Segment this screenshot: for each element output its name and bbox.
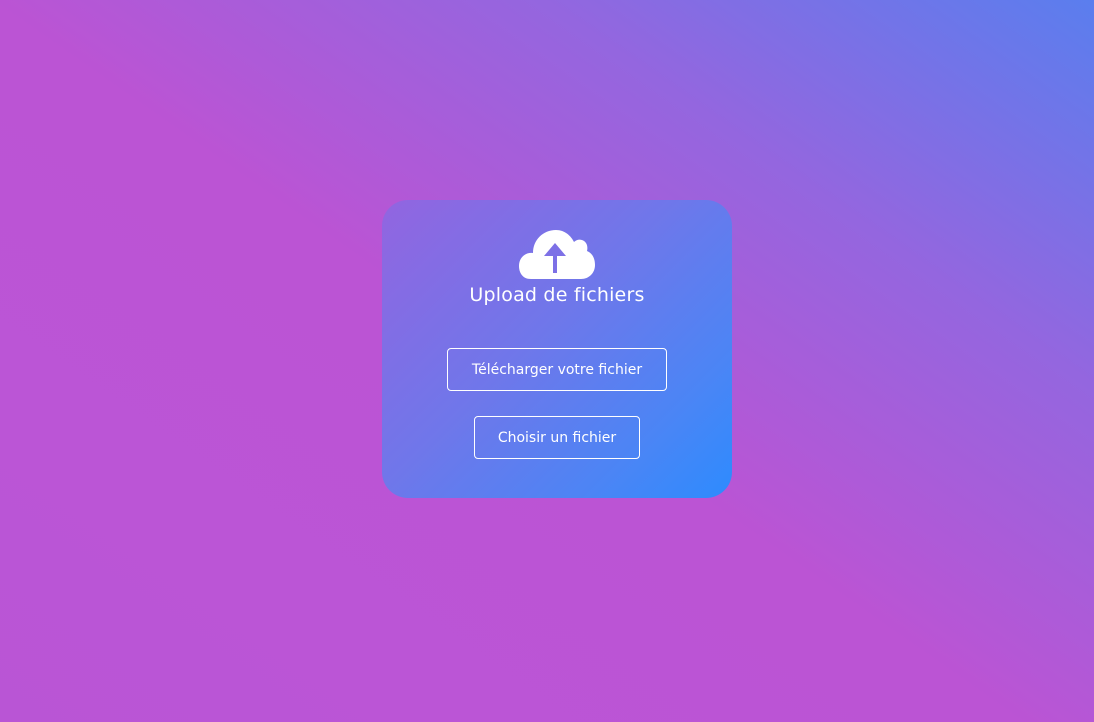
choose-file-button-label: Choisir un fichier [497, 429, 617, 446]
choose-file-button[interactable]: Choisir un fichier [474, 416, 640, 459]
cloud-upload-icon [519, 230, 595, 279]
upload-file-button-label: Télécharger votre fichier [471, 361, 643, 378]
upload-card: Upload de fichiers Télécharger votre fic… [382, 200, 732, 498]
upload-file-button[interactable]: Télécharger votre fichier [447, 348, 667, 391]
page-title: Upload de fichiers [469, 284, 645, 306]
